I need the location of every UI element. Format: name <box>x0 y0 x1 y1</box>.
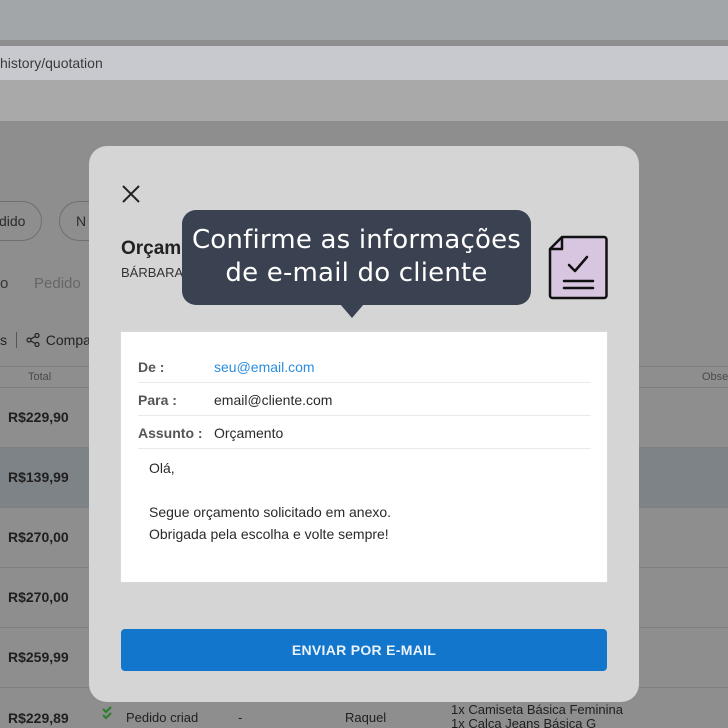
row-total: R$270,00 <box>8 589 69 605</box>
row-total: R$270,00 <box>8 529 69 545</box>
row-total: R$229,89 <box>8 710 69 726</box>
email-body-line-1: Segue orçamento solicitado em anexo. <box>149 504 392 520</box>
send-email-button[interactable]: ENVIAR POR E-MAIL <box>121 629 607 671</box>
row-total: R$259,99 <box>8 649 69 665</box>
close-icon[interactable] <box>119 182 143 206</box>
row-items: 1x Camiseta Básica Feminina 1x Calça Jea… <box>451 703 623 728</box>
table-row[interactable]: R$229,89 Pedido criado - Raquel 1x Camis… <box>0 703 728 728</box>
divider <box>15 332 17 348</box>
row-total: R$139,99 <box>8 469 69 485</box>
modal-subtitle: BÁRBARA <box>121 265 184 280</box>
from-label: De : <box>138 359 165 375</box>
filter-pill-label: N <box>76 213 87 229</box>
row-total: R$229,90 <box>8 409 69 425</box>
to-value: email@cliente.com <box>214 392 333 408</box>
browser-toolbar <box>0 80 728 121</box>
to-field: Para : email@cliente.com <box>138 383 591 416</box>
tab-partial[interactable]: o <box>0 275 8 292</box>
row-dash: - <box>238 710 243 725</box>
address-bar[interactable]: history/quotation <box>0 46 728 80</box>
tooltip-line-1: Confirme as informações <box>191 225 522 255</box>
action-row: s Compart <box>0 332 99 348</box>
email-greeting: Olá, <box>149 460 175 476</box>
tooltip-line-2: de e-mail do cliente <box>225 258 488 288</box>
row-item: 1x Calça Jeans Básica G <box>451 716 597 728</box>
share-icon <box>26 333 40 347</box>
to-label: Para : <box>138 392 177 408</box>
subject-value: Orçamento <box>214 425 284 441</box>
onboarding-tooltip: Confirme as informações de e-mail do cli… <box>182 210 531 305</box>
column-total: Total <box>28 371 52 383</box>
action-partial[interactable]: s <box>0 332 7 348</box>
address-url: history/quotation <box>0 55 103 71</box>
filter-pill-label: dido <box>0 213 26 229</box>
row-status: Pedido criado <box>126 710 198 725</box>
check-icon <box>102 706 112 720</box>
subject-label: Assunto : <box>138 425 203 441</box>
column-obs: Obse <box>702 371 728 383</box>
modal-title: Orçam <box>121 238 182 259</box>
filter-pill-pedido[interactable]: dido <box>0 201 43 241</box>
from-field: De : seu@email.com <box>138 350 591 383</box>
email-body-line-2: Obrigada pela escolha e volte sempre! <box>149 526 389 542</box>
row-user: Raquel <box>345 710 387 725</box>
email-preview-card: De : seu@email.com Para : email@cliente.… <box>120 331 608 583</box>
tab-pedido[interactable]: Pedido <box>34 275 81 292</box>
email-body: Olá, Segue orçamento solicitado em anexo… <box>149 457 391 545</box>
row-item: 1x Camiseta Básica Feminina <box>451 702 623 717</box>
tooltip-arrow <box>340 304 364 318</box>
from-value[interactable]: seu@email.com <box>214 359 315 375</box>
subject-field: Assunto : Orçamento <box>138 416 591 449</box>
browser-tab-strip <box>0 0 728 40</box>
document-check-icon <box>548 235 608 300</box>
